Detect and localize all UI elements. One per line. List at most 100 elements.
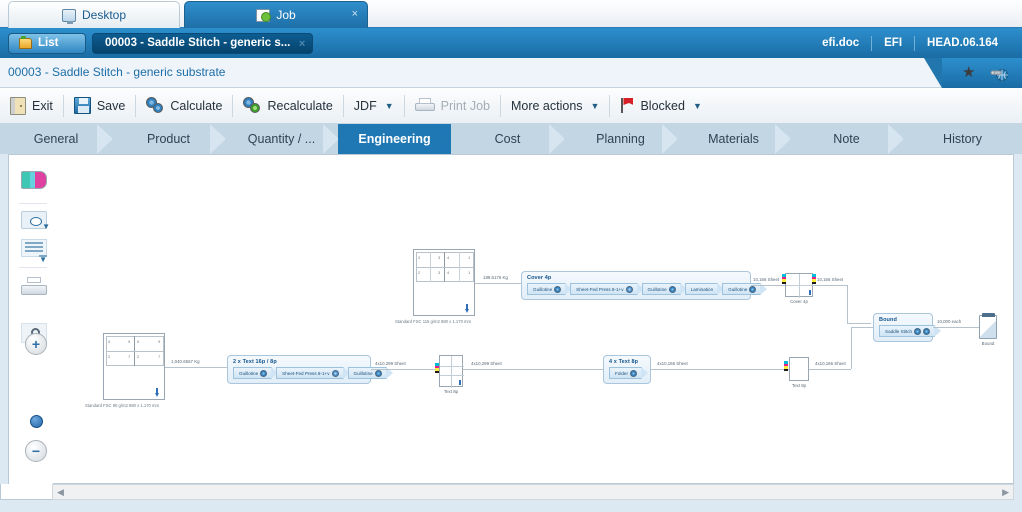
substrate-label: Standard FSC 115 g/m2 880 x 1.170 mm [395, 319, 472, 324]
process-node-bound[interactable]: Bound Saddle Stitch [873, 313, 942, 342]
process-step-label: Guillotine [239, 370, 259, 376]
product-caption: Bound [981, 341, 995, 346]
intermediate-qty: 4x10,166 Sheet [815, 361, 846, 366]
application-window: Desktop Job × List 00003 - Saddle Stitch… [0, 0, 1022, 512]
gear-blue-icon [331, 369, 339, 377]
process-step-label: Guillotine [353, 370, 373, 376]
gear-icon [630, 369, 638, 377]
zoom-out-button[interactable]: − [25, 440, 47, 462]
zoom-in-button[interactable]: + [25, 333, 47, 355]
breadcrumb: 00003 - Saddle Stitch - generic substrat… [8, 65, 226, 79]
jdf-dropdown-label: JDF [353, 98, 377, 113]
process-node-cover-4p[interactable]: Cover 4p Guillotine Sheet-Fed Press 8-1+… [521, 271, 768, 300]
layers-icon[interactable] [21, 171, 47, 189]
scroll-right-arrow-icon[interactable]: ▶ [998, 487, 1013, 498]
substrate-node-cover[interactable]: 2 3 4 1 2 3 4 1 Standard FSC 115 g/m2 88… [395, 249, 475, 324]
process-step[interactable]: Guillotine [233, 367, 279, 379]
process-output-qty: 10,166 Sheet [753, 277, 780, 282]
recalculate-button[interactable]: Recalculate [233, 91, 342, 121]
step-quantity[interactable]: Quantity / ... [225, 124, 339, 154]
visibility-eye-icon[interactable]: ▼ [21, 211, 50, 231]
process-step[interactable]: Folder [609, 367, 649, 379]
link-icon[interactable] [990, 64, 1008, 82]
intermediate-qty: 4x10,299 Sheet [471, 361, 502, 366]
zoom-slider-knob[interactable] [30, 415, 43, 428]
process-step[interactable]: Saddle Stitch [879, 325, 942, 337]
exit-door-icon [10, 96, 26, 115]
browser-tab-job[interactable]: Job × [184, 1, 368, 28]
horizontal-scrollbar[interactable]: ◀ ▶ [52, 484, 1014, 500]
step-planning[interactable]: Planning [564, 124, 678, 154]
save-button-label: Save [96, 98, 126, 113]
process-node-text-8p-fold[interactable]: 4 x Text 8p Folder [603, 355, 651, 384]
bound-product-icon [979, 313, 997, 339]
process-title: 2 x Text 16p / 8p [233, 359, 277, 365]
gear-icon [923, 327, 931, 335]
jdf-dropdown[interactable]: JDF ▼ [344, 91, 404, 121]
more-actions-dropdown[interactable]: More actions ▼ [501, 91, 609, 121]
substrate-node-text[interactable]: 0 9 0 9 2 7 2 7 Standard FSC 90 g/m2 880… [85, 333, 165, 408]
step-note[interactable]: Note [790, 124, 904, 154]
process-step-label: Guillotine [728, 286, 748, 292]
gears-icon [146, 97, 164, 114]
gear-icon [554, 285, 562, 293]
job-button-label: 00003 - Saddle Stitch - generic s... [105, 37, 291, 49]
browser-tab-label: Job [276, 8, 296, 22]
scrollbar-gutter [0, 484, 52, 500]
step-label: General [33, 132, 79, 146]
step-general[interactable]: General [0, 124, 113, 154]
process-step[interactable]: Sheet-Fed Press 8-1+v [570, 283, 644, 295]
production-flow-diagram[interactable]: 2 3 4 1 2 3 4 1 Standard FSC 115 g/m2 88… [53, 155, 1013, 483]
close-icon[interactable]: × [299, 38, 305, 50]
step-product[interactable]: Product [112, 124, 226, 154]
process-step-label: Guillotine [533, 286, 553, 292]
engineering-canvas: ▼ ▼ + − 2 3 4 1 2 3 4 1 Standard FSC 115… [8, 154, 1014, 512]
step-label: Note [833, 132, 860, 146]
blocked-status-label: Blocked [640, 98, 685, 113]
step-engineering[interactable]: Engineering [338, 124, 452, 154]
process-title: Cover 4p [527, 275, 552, 281]
process-step-label: Saddle Stitch [885, 328, 913, 334]
list-lines-icon[interactable]: ▼ [21, 239, 47, 264]
step-materials[interactable]: Materials [677, 124, 791, 154]
close-icon[interactable]: × [352, 8, 358, 20]
process-step[interactable]: Lamination [684, 283, 725, 295]
substrate-output-qty: 188.6176 Kg [483, 275, 508, 280]
printer-icon [414, 98, 435, 113]
process-step-label: Guillotine [647, 286, 667, 292]
breadcrumb-bar: 00003 - Saddle Stitch - generic substrat… [0, 58, 1022, 88]
blocked-status-dropdown[interactable]: Blocked ▼ [610, 91, 711, 121]
step-history[interactable]: History [903, 124, 1022, 154]
step-cost[interactable]: Cost [435, 124, 565, 154]
recalculate-button-label: Recalculate [267, 98, 333, 113]
step-label: Planning [596, 132, 645, 146]
save-button[interactable]: Save [64, 91, 136, 121]
monitor-icon [61, 8, 76, 24]
substrate-output-qty: 1,040.6567 Kg [171, 359, 200, 364]
calculate-button[interactable]: Calculate [136, 91, 232, 121]
print-job-button: Print Job [405, 91, 500, 121]
gear-blue-icon [625, 285, 633, 293]
gear-icon [668, 285, 676, 293]
process-title: Bound [879, 317, 897, 323]
intermediate-node-text-8p-a[interactable]: Text 8p [435, 355, 464, 394]
gear-icon [260, 369, 268, 377]
more-actions-label: More actions [510, 98, 583, 113]
list-button[interactable]: List [8, 32, 86, 54]
process-step[interactable]: Sheet-Fed Press 8-1+v [276, 367, 350, 379]
calculate-button-label: Calculate [170, 98, 223, 113]
scroll-left-arrow-icon[interactable]: ◀ [53, 487, 68, 498]
print-job-button-label: Print Job [440, 98, 490, 113]
job-button[interactable]: 00003 - Saddle Stitch - generic s... × [92, 32, 314, 54]
star-favorite-icon[interactable]: ★ [962, 65, 978, 81]
exit-button[interactable]: Exit [0, 91, 63, 121]
process-step[interactable]: Guillotine [641, 283, 687, 295]
process-node-text-16p-8p[interactable]: 2 x Text 16p / 8p Guillotine Sheet-Fed P… [227, 355, 393, 384]
process-step[interactable]: Guillotine [527, 283, 573, 295]
intermediate-node-cover-4p[interactable]: Cover 4p [782, 273, 816, 304]
canvas-tool-palette: ▼ ▼ + − [9, 155, 53, 512]
intermediate-node-text-8p-b[interactable]: Text 8p [784, 357, 809, 388]
step-label: Product [146, 132, 191, 146]
browser-tab-desktop[interactable]: Desktop [8, 1, 180, 28]
printer-icon[interactable] [21, 277, 47, 297]
